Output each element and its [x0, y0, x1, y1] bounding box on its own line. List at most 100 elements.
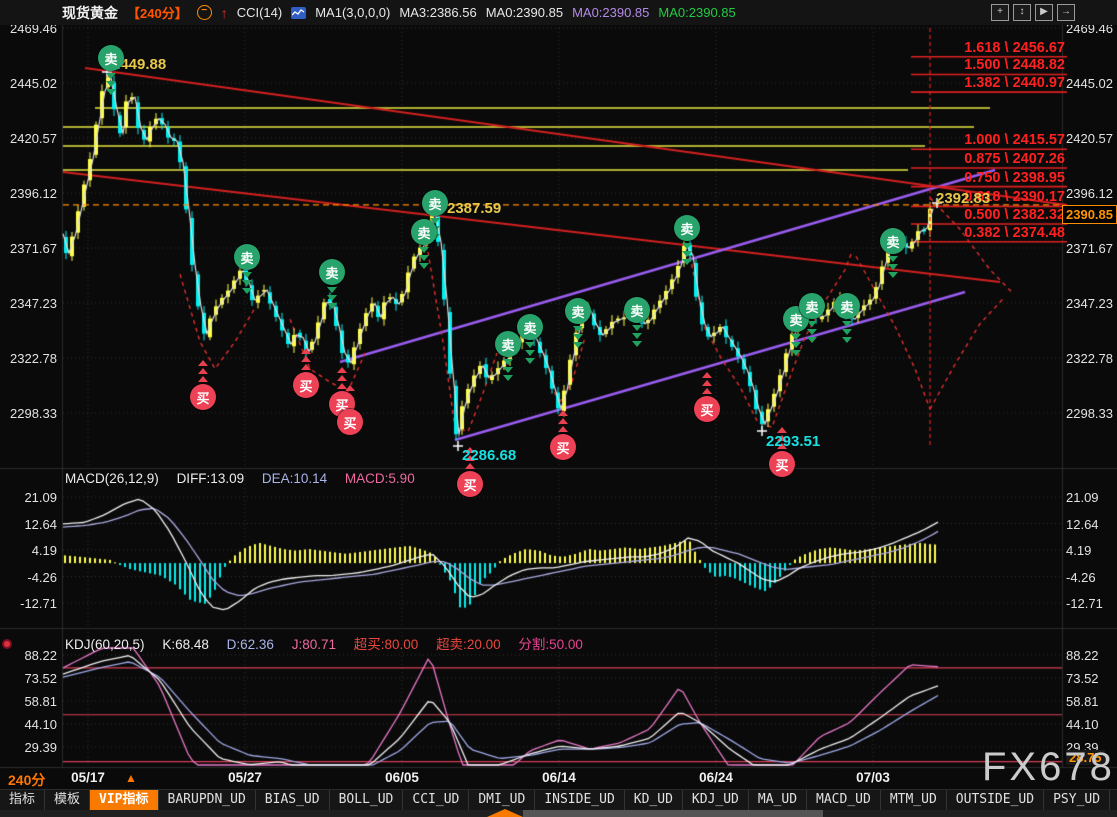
buy-marker: 买: [337, 409, 363, 435]
buy-triangle-icon: [702, 380, 712, 386]
tab-VIP指标[interactable]: VIP指标: [90, 790, 158, 810]
macd-axis-tick-left: 21.09: [0, 490, 57, 505]
kdj-axis-tick-left: 44.10: [0, 717, 57, 732]
sell-triangle-icon: [573, 334, 583, 340]
main-axis-tick-right: 2445.02: [1066, 76, 1113, 91]
macd-title: MACD(26,12,9): [65, 471, 159, 486]
buy-triangle-icon: [558, 426, 568, 432]
tab-MACD_UD[interactable]: MACD_UD: [807, 790, 881, 810]
kdj-axis-tick-right: 73.52: [1066, 671, 1099, 686]
sell-triangle-icon: [842, 321, 852, 327]
main-axis-tick-left: 2322.78: [0, 351, 57, 366]
tab-MTM_UD[interactable]: MTM_UD: [881, 790, 947, 810]
date-label: 07/03: [838, 770, 908, 785]
fib-level-label: 1.618 \ 2456.67: [964, 40, 1065, 56]
sell-triangle-icon: [791, 342, 801, 348]
macd-diff-value: DIFF:13.09: [177, 471, 245, 486]
main-axis-tick-right: 2298.33: [1066, 406, 1113, 421]
up-arrow-icon: ↑: [221, 5, 228, 21]
macd-axis-tick-right: -12.71: [1066, 596, 1103, 611]
zoom-horizontal-icon[interactable]: ▶: [1035, 4, 1053, 21]
tab-BIAS_UD[interactable]: BIAS_UD: [256, 790, 330, 810]
tab-BOLL_UD[interactable]: BOLL_UD: [330, 790, 404, 810]
sell-marker: 卖: [411, 219, 437, 245]
zoom-vertical-icon[interactable]: ↕: [1013, 4, 1031, 21]
main-axis-tick-right: 2420.57: [1066, 131, 1113, 146]
scrollbar-thumb[interactable]: [523, 810, 823, 817]
sell-triangle-icon: [791, 334, 801, 340]
price-annotation: 2286.68: [462, 447, 516, 464]
sell-marker: 卖: [234, 244, 260, 270]
symbol-name: 现货黄金: [62, 3, 118, 23]
period-label[interactable]: 240分: [8, 770, 45, 790]
kdj-axis-tick-right: 58.81: [1066, 694, 1099, 709]
sell-triangle-icon: [632, 333, 642, 339]
macd-axis-tick-right: 21.09: [1066, 490, 1099, 505]
sell-marker: 卖: [880, 228, 906, 254]
buy-triangle-icon: [198, 376, 208, 382]
macd-axis-tick-left: -12.71: [0, 596, 57, 611]
sell-marker: 卖: [495, 331, 521, 357]
tab-INSIDE_UD[interactable]: INSIDE_UD: [535, 790, 624, 810]
period-up-arrow-icon[interactable]: ▲: [125, 771, 137, 785]
main-axis-tick-right: 2371.67: [1066, 241, 1113, 256]
tab-MA_UD[interactable]: MA_UD: [749, 790, 807, 810]
sell-triangle-icon: [525, 350, 535, 356]
ma1-label: MA1(3,0,0,0): [315, 5, 390, 20]
buy-triangle-icon: [301, 364, 311, 370]
fib-level-label: 0.875 \ 2407.26: [964, 151, 1065, 167]
fib-level-label: 0.500 \ 2382.32: [964, 207, 1065, 223]
ma3-value: MA3:2386.56: [399, 5, 476, 20]
buy-triangle-icon: [198, 360, 208, 366]
ma0-value-1: MA0:2390.85: [486, 5, 563, 20]
macd-value: MACD:5.90: [345, 471, 415, 486]
buy-triangle-icon: [702, 388, 712, 394]
sell-marker: 卖: [422, 190, 448, 216]
scroll-position-marker[interactable]: [487, 809, 523, 817]
buy-marker: 买: [293, 372, 319, 398]
pan-icon[interactable]: +: [991, 4, 1009, 21]
tab-BARUPDN_UD[interactable]: BARUPDN_UD: [159, 790, 256, 810]
kdj-title: KDJ(60,20,5): [65, 637, 145, 652]
jump-latest-icon[interactable]: →: [1057, 4, 1075, 21]
price-annotation: 2293.51: [766, 433, 820, 450]
buy-triangle-icon: [301, 356, 311, 362]
buy-triangle-icon: [345, 385, 355, 391]
buy-triangle-icon: [198, 368, 208, 374]
collapse-icon[interactable]: −: [197, 5, 212, 20]
sell-triangle-icon: [242, 272, 252, 278]
sell-triangle-icon: [807, 337, 817, 343]
tab-KDJ_UD[interactable]: KDJ_UD: [683, 790, 749, 810]
tab-CCI_UD[interactable]: CCI_UD: [403, 790, 469, 810]
kdj-axis-tick-left: 88.22: [0, 648, 57, 663]
tab-OUTSIDE_UD[interactable]: OUTSIDE_UD: [947, 790, 1044, 810]
tab-DMI_UD[interactable]: DMI_UD: [469, 790, 535, 810]
chart-canvas[interactable]: [0, 0, 1117, 817]
sell-triangle-icon: [632, 341, 642, 347]
candlestick-icon: [291, 7, 306, 19]
tab-KD_UD[interactable]: KD_UD: [625, 790, 683, 810]
macd-axis-tick-left: 12.64: [0, 517, 57, 532]
buy-triangle-icon: [558, 418, 568, 424]
sell-triangle-icon: [682, 243, 692, 249]
date-label: 06/24: [681, 770, 751, 785]
sell-triangle-icon: [632, 325, 642, 331]
tab-PSY_UD[interactable]: PSY_UD: [1044, 790, 1110, 810]
buy-triangle-icon: [558, 410, 568, 416]
horizontal-scrollbar[interactable]: [0, 810, 1117, 817]
tab-指标[interactable]: 指标: [0, 790, 45, 810]
tab-ROC_UD[interactable]: ROC_UD: [1110, 790, 1117, 810]
sell-marker: 卖: [799, 293, 825, 319]
sell-triangle-icon: [327, 303, 337, 309]
fib-level-label: 1.500 \ 2448.82: [964, 57, 1065, 73]
date-label: 05/17: [53, 770, 123, 785]
tab-模板[interactable]: 模板: [45, 790, 90, 810]
buy-marker: 买: [190, 384, 216, 410]
sell-triangle-icon: [419, 255, 429, 261]
sell-triangle-icon: [503, 367, 513, 373]
sell-marker: 卖: [624, 297, 650, 323]
sell-triangle-icon: [419, 247, 429, 253]
sell-triangle-icon: [106, 89, 116, 95]
fib-level-label: 1.382 \ 2440.97: [964, 75, 1065, 91]
buy-marker: 买: [457, 471, 483, 497]
